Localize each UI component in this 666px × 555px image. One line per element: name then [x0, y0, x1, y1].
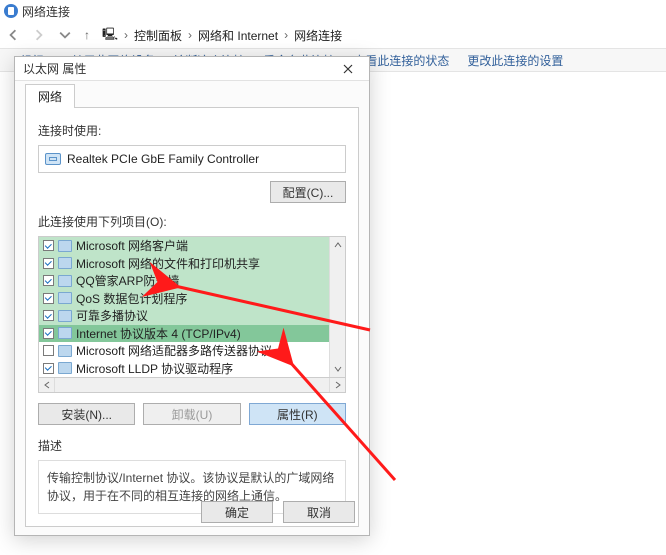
- item-label: Microsoft 网络客户端: [76, 237, 188, 254]
- vertical-scrollbar[interactable]: [329, 237, 345, 377]
- item-label: Microsoft 网络的文件和打印机共享: [76, 255, 260, 272]
- toolbar-change[interactable]: 更改此连接的设置: [467, 52, 563, 69]
- dialog-title: 以太网 属性: [23, 60, 86, 77]
- scroll-down-button[interactable]: [330, 361, 345, 377]
- item-label: QoS 数据包计划程序: [76, 290, 187, 307]
- breadcrumb-root-icon[interactable]: 🖳: [102, 25, 118, 46]
- list-item[interactable]: Microsoft 网络的文件和打印机共享: [39, 255, 329, 273]
- chevron-right-icon: ›: [188, 28, 192, 42]
- list-item[interactable]: Microsoft 网络适配器多路传送器协议: [39, 342, 329, 360]
- scroll-right-button[interactable]: [329, 378, 345, 392]
- tab-strip: 网络: [15, 81, 369, 107]
- protocol-icon: [58, 310, 72, 322]
- nav-history-button[interactable]: [52, 22, 78, 48]
- item-checkbox[interactable]: [43, 328, 54, 339]
- breadcrumb-item-network-connections[interactable]: 网络连接: [294, 27, 342, 44]
- item-checkbox[interactable]: [43, 345, 54, 356]
- list-item[interactable]: QoS 数据包计划程序: [39, 290, 329, 308]
- item-checkbox[interactable]: [43, 275, 54, 286]
- network-adapter-icon: [45, 153, 61, 165]
- item-checkbox[interactable]: [43, 258, 54, 269]
- list-item[interactable]: Microsoft 网络客户端: [39, 237, 329, 255]
- list-item[interactable]: QQ管家ARP防火墙: [39, 272, 329, 290]
- control-panel-icon: [4, 4, 18, 18]
- item-label: 可靠多播协议: [76, 307, 148, 324]
- horizontal-scrollbar[interactable]: [38, 378, 346, 393]
- item-checkbox[interactable]: [43, 310, 54, 321]
- list-item[interactable]: 可靠多播协议: [39, 307, 329, 325]
- nav-up-button[interactable]: ↑: [84, 28, 90, 42]
- list-item[interactable]: Internet 协议版本 4 (TCP/IPv4): [39, 325, 329, 343]
- item-label: QQ管家ARP防火墙: [76, 272, 179, 289]
- item-checkbox[interactable]: [43, 293, 54, 304]
- protocol-icon: [58, 275, 72, 287]
- nav-back-button[interactable]: [0, 22, 26, 48]
- item-label: Internet 协议版本 4 (TCP/IPv4): [76, 325, 241, 342]
- item-label: Microsoft 网络适配器多路传送器协议: [76, 342, 272, 359]
- description-label: 描述: [38, 437, 346, 454]
- protocol-icon: [58, 345, 72, 357]
- uninstall-button[interactable]: 卸载(U): [143, 403, 240, 425]
- adapter-name: Realtek PCIe GbE Family Controller: [67, 152, 259, 166]
- install-button[interactable]: 安装(N)...: [38, 403, 135, 425]
- connect-using-label: 连接时使用:: [38, 122, 346, 139]
- item-label: Microsoft LLDP 协议驱动程序: [76, 360, 233, 377]
- chevron-right-icon: ›: [124, 28, 128, 42]
- address-bar: ↑ 🖳 › 控制面板 › 网络和 Internet › 网络连接: [0, 22, 666, 48]
- cancel-button[interactable]: 取消: [283, 501, 355, 523]
- item-checkbox[interactable]: [43, 240, 54, 251]
- parent-window-title: 网络连接: [22, 3, 70, 20]
- protocol-icon: [58, 327, 72, 339]
- protocol-icon: [58, 362, 72, 374]
- protocol-icon: [58, 257, 72, 269]
- protocol-icon: [58, 292, 72, 304]
- adapter-box: Realtek PCIe GbE Family Controller: [38, 145, 346, 173]
- chevron-right-icon: ›: [284, 28, 288, 42]
- item-checkbox[interactable]: [43, 363, 54, 374]
- close-button[interactable]: [333, 60, 363, 78]
- breadcrumb-item-control-panel[interactable]: 控制面板: [134, 27, 182, 44]
- configure-button[interactable]: 配置(C)...: [270, 181, 346, 203]
- nav-forward-button[interactable]: [26, 22, 52, 48]
- ok-button[interactable]: 确定: [201, 501, 273, 523]
- scroll-up-button[interactable]: [330, 237, 345, 253]
- components-listbox[interactable]: Microsoft 网络客户端Microsoft 网络的文件和打印机共享QQ管家…: [38, 236, 346, 378]
- tab-network[interactable]: 网络: [25, 84, 75, 108]
- breadcrumb-item-network-internet[interactable]: 网络和 Internet: [198, 27, 278, 44]
- items-label: 此连接使用下列项目(O):: [38, 213, 346, 230]
- parent-window-titlebar: 网络连接: [0, 0, 666, 22]
- dialog-titlebar[interactable]: 以太网 属性: [15, 57, 369, 81]
- properties-button[interactable]: 属性(R): [249, 403, 346, 425]
- protocol-icon: [58, 240, 72, 252]
- ethernet-properties-dialog: 以太网 属性 网络 连接时使用: Realtek PCIe GbE Family…: [14, 56, 370, 536]
- scroll-left-button[interactable]: [39, 378, 55, 392]
- list-item[interactable]: Microsoft LLDP 协议驱动程序: [39, 360, 329, 378]
- tab-page-network: 连接时使用: Realtek PCIe GbE Family Controlle…: [25, 107, 359, 527]
